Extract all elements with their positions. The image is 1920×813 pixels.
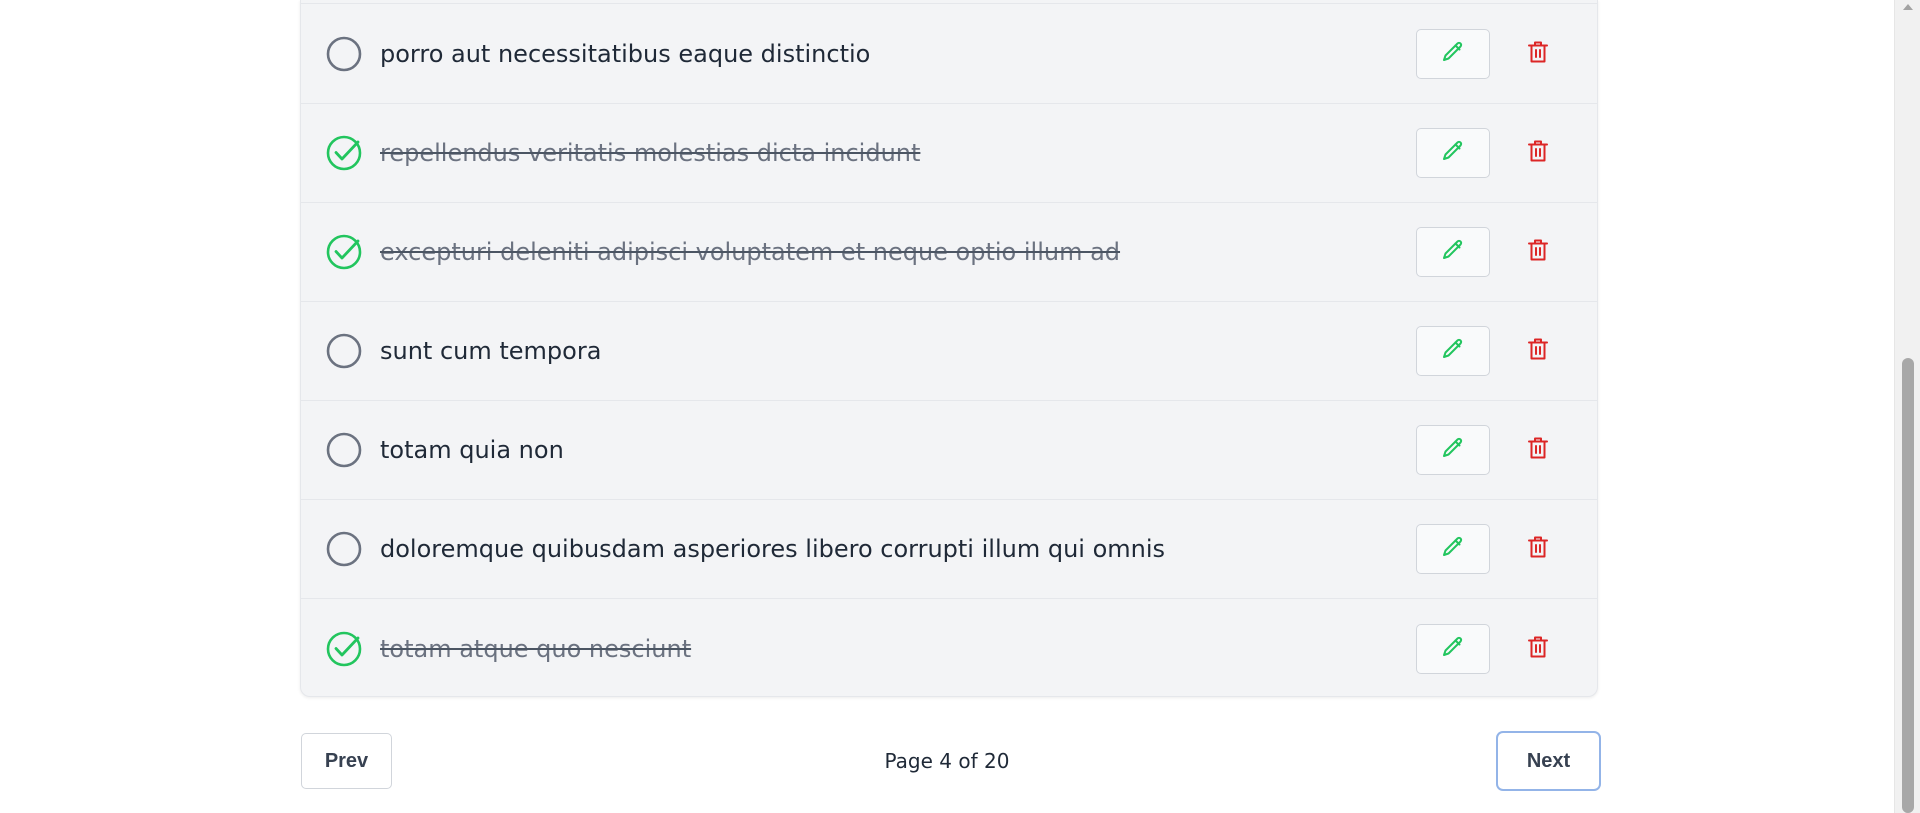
scrollbar[interactable] (1894, 0, 1920, 813)
todo-text: sunt cum tempora (380, 337, 602, 365)
todo-text: excepturi deleniti adipisci voluptatem e… (380, 238, 1121, 266)
todo-page: porro aut necessitatibus eaque distincti… (0, 0, 1920, 813)
trash-icon (1527, 238, 1549, 266)
circle-icon[interactable] (326, 432, 362, 468)
trash-icon (1527, 436, 1549, 464)
edit-button[interactable] (1416, 227, 1490, 277)
pencil-icon (1441, 635, 1465, 663)
edit-button[interactable] (1416, 128, 1490, 178)
todo-item: excepturi deleniti adipisci voluptatem e… (301, 203, 1597, 302)
todo-text: doloremque quibusdam asperiores libero c… (380, 535, 1166, 563)
trash-icon (1527, 337, 1549, 365)
delete-button[interactable] (1513, 128, 1563, 178)
delete-button[interactable] (1513, 624, 1563, 674)
edit-button[interactable] (1416, 524, 1490, 574)
todo-list: porro aut necessitatibus eaque distincti… (300, 0, 1598, 697)
todo-item: totam quia non (301, 401, 1597, 500)
delete-button[interactable] (1513, 227, 1563, 277)
page-indicator: Page 4 of 20 (884, 749, 1010, 773)
pencil-icon (1441, 436, 1465, 464)
divider (301, 3, 1597, 4)
pencil-icon (1441, 238, 1465, 266)
todo-item: sunt cum tempora (301, 302, 1597, 401)
edit-button[interactable] (1416, 425, 1490, 475)
trash-icon (1527, 635, 1549, 663)
scroll-up-arrow-icon[interactable] (1903, 4, 1913, 10)
delete-button[interactable] (1513, 326, 1563, 376)
trash-icon (1527, 535, 1549, 563)
circle-icon[interactable] (326, 36, 362, 72)
next-button[interactable]: Next (1498, 733, 1599, 789)
scrollbar-thumb[interactable] (1902, 358, 1914, 813)
todo-item: repellendus veritatis molestias dicta in… (301, 104, 1597, 203)
check-circle-icon[interactable] (326, 234, 362, 270)
delete-button[interactable] (1513, 524, 1563, 574)
todo-item: porro aut necessitatibus eaque distincti… (301, 5, 1597, 104)
todo-item: doloremque quibusdam asperiores libero c… (301, 500, 1597, 599)
todo-text: repellendus veritatis molestias dicta in… (380, 139, 921, 167)
edit-button[interactable] (1416, 326, 1490, 376)
pencil-icon (1441, 337, 1465, 365)
todo-item: totam atque quo nesciunt (301, 599, 1597, 696)
pencil-icon (1441, 535, 1465, 563)
todo-text: totam quia non (380, 436, 564, 464)
todo-text: totam atque quo nesciunt (380, 634, 692, 663)
edit-button[interactable] (1416, 29, 1490, 79)
trash-icon (1527, 139, 1549, 167)
circle-icon[interactable] (326, 531, 362, 567)
pencil-icon (1441, 40, 1465, 68)
pencil-icon (1441, 139, 1465, 167)
check-circle-icon[interactable] (326, 135, 362, 171)
trash-icon (1527, 40, 1549, 68)
delete-button[interactable] (1513, 29, 1563, 79)
todo-text: porro aut necessitatibus eaque distincti… (380, 40, 871, 68)
check-circle-icon[interactable] (326, 631, 362, 667)
edit-button[interactable] (1416, 623, 1490, 674)
delete-button[interactable] (1513, 425, 1563, 475)
circle-icon[interactable] (326, 333, 362, 369)
